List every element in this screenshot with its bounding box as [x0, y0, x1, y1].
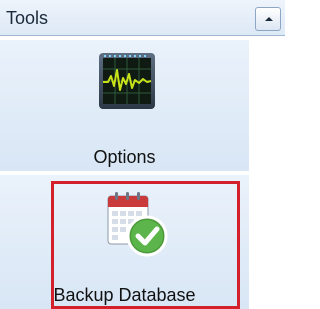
panel-header: Tools — [0, 0, 285, 36]
panel-title: Tools — [6, 8, 49, 28]
chevron-up-icon — [265, 17, 273, 21]
collapse-button[interactable] — [255, 7, 281, 31]
highlight-box — [51, 181, 240, 309]
tool-item-label: Options — [93, 147, 156, 167]
tool-item-options[interactable]: Options — [0, 40, 249, 171]
panel-gutter — [249, 36, 285, 309]
oscilloscope-icon — [98, 52, 156, 115]
tools-panel: Tools Options Backup Database — [0, 0, 285, 309]
